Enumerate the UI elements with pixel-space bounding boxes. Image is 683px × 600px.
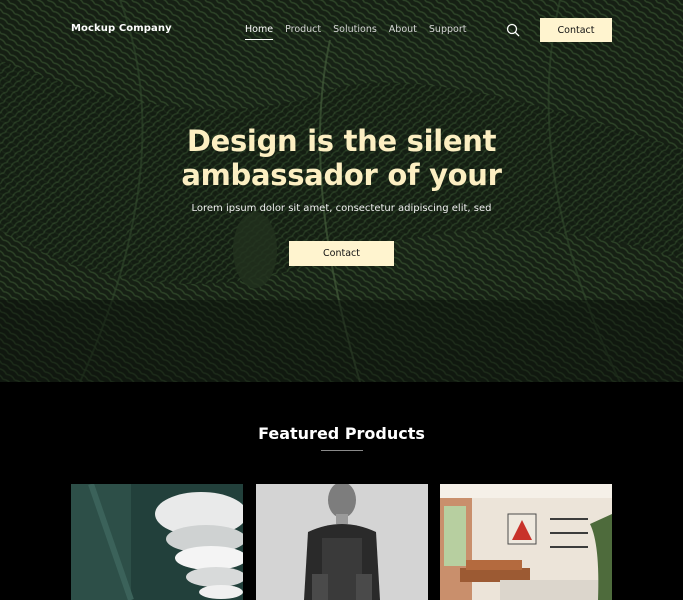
top-navigation: Mockup Company Home Product Solutions Ab… xyxy=(0,0,683,60)
hero-headline-line-2: ambassador of your xyxy=(181,158,502,192)
hero-headline: Design is the silent ambassador of your xyxy=(0,124,683,192)
nav-item-solutions[interactable]: Solutions xyxy=(333,24,377,40)
product-card-pendant-lamp[interactable] xyxy=(71,484,243,600)
nav-contact-button[interactable]: Contact xyxy=(540,18,612,42)
product-card-portrait[interactable] xyxy=(256,484,428,600)
title-divider xyxy=(321,450,363,451)
nav-item-support[interactable]: Support xyxy=(429,24,467,40)
hero-section: Mockup Company Home Product Solutions Ab… xyxy=(0,0,683,382)
hero-contact-button[interactable]: Contact xyxy=(289,241,394,266)
product-card-living-room[interactable] xyxy=(440,484,612,600)
nav-menu: Home Product Solutions About Support xyxy=(245,24,466,40)
search-icon[interactable] xyxy=(506,23,520,37)
living-room-image xyxy=(440,484,612,600)
person-portrait-image xyxy=(256,484,428,600)
pendant-lamp-image xyxy=(71,484,243,600)
featured-products-title: Featured Products xyxy=(258,424,425,443)
brand-logo[interactable]: Mockup Company xyxy=(71,23,172,34)
nav-item-home[interactable]: Home xyxy=(245,24,274,40)
hero-subtitle: Lorem ipsum dolor sit amet, consectetur … xyxy=(191,203,492,214)
nav-item-about[interactable]: About xyxy=(389,24,417,40)
hero-headline-line-1: Design is the silent xyxy=(186,124,497,158)
nav-item-product[interactable]: Product xyxy=(285,24,321,40)
